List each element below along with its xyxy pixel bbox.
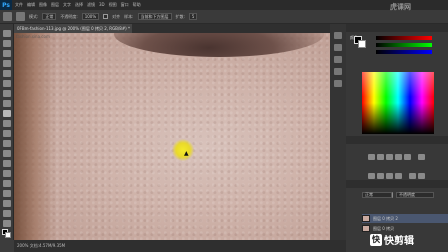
posterize-icon[interactable] (418, 173, 426, 179)
exposure-icon[interactable] (395, 154, 402, 160)
crop-tool-icon[interactable] (3, 70, 11, 77)
red-slider[interactable] (376, 36, 432, 40)
sample-select[interactable]: 当前和下方图层 (137, 13, 172, 20)
sample-label: 样本: (124, 13, 134, 19)
menu-item[interactable]: 帮助 (133, 2, 141, 8)
document-tabs: 0FBm-fashion-113.jpg @ 200% (图层 0 拷贝 2, … (14, 24, 346, 33)
options-bar: 模式: 正常 不透明度: 100% 对齐 样本: 当前和下方图层 扩散: 5 (0, 10, 448, 24)
menu-item[interactable]: 视图 (109, 2, 117, 8)
character-panel-icon[interactable] (334, 68, 342, 75)
properties-panel-icon[interactable] (334, 44, 342, 51)
gradient-tool-icon[interactable] (3, 140, 11, 147)
invert-icon[interactable] (409, 173, 417, 179)
clone-stamp-icon[interactable] (3, 12, 12, 21)
eyedropper-tool-icon[interactable] (3, 80, 11, 87)
type-tool-icon[interactable] (3, 180, 11, 187)
quick-select-tool-icon[interactable] (3, 60, 11, 67)
menu-list: 文件 编辑 图像 图层 文字 选择 滤镜 3D 视图 窗口 帮助 (15, 2, 141, 8)
menu-item[interactable]: 3D (99, 2, 105, 8)
layer-name: 图层 0 拷贝 2 (373, 215, 398, 221)
blur-tool-icon[interactable] (3, 150, 11, 157)
layers-panel-header (346, 180, 448, 188)
menu-item[interactable]: 编辑 (27, 2, 35, 8)
healing-brush-tool-icon[interactable] (3, 90, 11, 97)
aligned-checkbox[interactable] (103, 14, 109, 19)
color-panel-header: 颜色 (346, 24, 448, 40)
clone-stamp-tool-icon[interactable] (3, 110, 11, 117)
photo-filter-icon[interactable] (386, 173, 393, 179)
brush-tool-icon[interactable] (3, 100, 11, 107)
history-brush-tool-icon[interactable] (3, 120, 11, 127)
menu-item[interactable]: 图层 (51, 2, 59, 8)
site-watermark: 虎课网 (390, 3, 411, 11)
color-balance-icon[interactable] (368, 173, 375, 179)
paragraph-panel-icon[interactable] (334, 80, 342, 87)
marquee-tool-icon[interactable] (3, 40, 11, 47)
menu-item[interactable]: 文字 (63, 2, 71, 8)
green-slider[interactable] (376, 43, 432, 47)
bw-icon[interactable] (377, 173, 384, 179)
brightness-icon[interactable] (368, 154, 375, 160)
photoshop-window: Ps 文件 编辑 图像 图层 文字 选择 滤镜 3D 视图 窗口 帮助 模式: … (0, 0, 448, 252)
canvas-watermark: fashion.sina.com (16, 34, 50, 39)
channel-mixer-icon[interactable] (395, 173, 402, 179)
menu-item[interactable]: 图像 (39, 2, 47, 8)
layer-thumbnail (362, 215, 370, 222)
move-tool-icon[interactable] (3, 30, 11, 37)
menu-bar: Ps 文件 编辑 图像 图层 文字 选择 滤镜 3D 视图 窗口 帮助 (0, 0, 448, 10)
adjustments-panel-header (346, 136, 448, 144)
blue-slider[interactable] (376, 50, 432, 54)
tools-panel (0, 24, 14, 240)
menu-item[interactable]: 窗口 (121, 2, 129, 8)
brush-preset-icon[interactable] (16, 12, 25, 21)
menu-item[interactable]: 选择 (75, 2, 83, 8)
curves-icon[interactable] (386, 154, 393, 160)
cursor-highlight (172, 139, 194, 161)
zoom-tool-icon[interactable] (3, 220, 11, 227)
right-panels: 颜色 正常 不透明度 图层 0 拷贝 2 图层 0 拷贝 (346, 24, 448, 252)
background-color-swatch[interactable] (5, 232, 11, 238)
layer-row[interactable]: 图层 0 拷贝 2 (362, 214, 448, 223)
brand-name: 快剪辑 (384, 236, 414, 247)
skin-texture (14, 33, 330, 240)
vibrance-icon[interactable] (404, 154, 411, 160)
history-panel-icon[interactable] (334, 32, 342, 39)
shape-tool-icon[interactable] (3, 200, 11, 207)
layer-name: 图层 0 拷贝 (373, 225, 395, 231)
brand-logo-icon: 快 (370, 233, 382, 246)
image-canvas[interactable]: fashion.sina.com ▲ (14, 33, 330, 240)
panel-icon-strip (330, 24, 346, 240)
document-tab[interactable]: 0FBm-fashion-113.jpg @ 200% (图层 0 拷贝 2, … (14, 24, 132, 33)
hue-icon[interactable] (418, 154, 426, 160)
status-bar: 200% 文档:4.57M/9.35M (14, 240, 346, 252)
color-spectrum[interactable] (362, 72, 434, 134)
hand-tool-icon[interactable] (3, 210, 11, 217)
levels-icon[interactable] (377, 154, 384, 160)
color-background-swatch[interactable] (358, 40, 366, 48)
opacity-label: 不透明度: (60, 13, 78, 19)
mode-label: 模式: (29, 13, 39, 19)
layer-opacity[interactable]: 不透明度 (396, 192, 434, 198)
opacity-field[interactable]: 100% (81, 13, 100, 20)
menu-item[interactable]: 滤镜 (87, 2, 95, 8)
layer-blend-mode[interactable]: 正常 (362, 192, 392, 198)
aligned-label: 对齐 (112, 13, 121, 19)
menu-item[interactable]: 文件 (15, 2, 23, 8)
hair-region (14, 33, 56, 240)
ps-logo: Ps (0, 0, 12, 10)
mouse-cursor-icon: ▲ (184, 150, 189, 157)
eraser-tool-icon[interactable] (3, 130, 11, 137)
diffusion-label: 扩散: (175, 13, 185, 19)
info-panel-icon[interactable] (334, 56, 342, 63)
diffusion-field[interactable]: 5 (188, 13, 198, 20)
brand-watermark: 快 快剪辑 (370, 232, 414, 247)
dodge-tool-icon[interactable] (3, 160, 11, 167)
layer-thumbnail (362, 225, 370, 232)
path-select-tool-icon[interactable] (3, 190, 11, 197)
lasso-tool-icon[interactable] (3, 50, 11, 57)
pen-tool-icon[interactable] (3, 170, 11, 177)
mode-select[interactable]: 正常 (42, 13, 57, 20)
